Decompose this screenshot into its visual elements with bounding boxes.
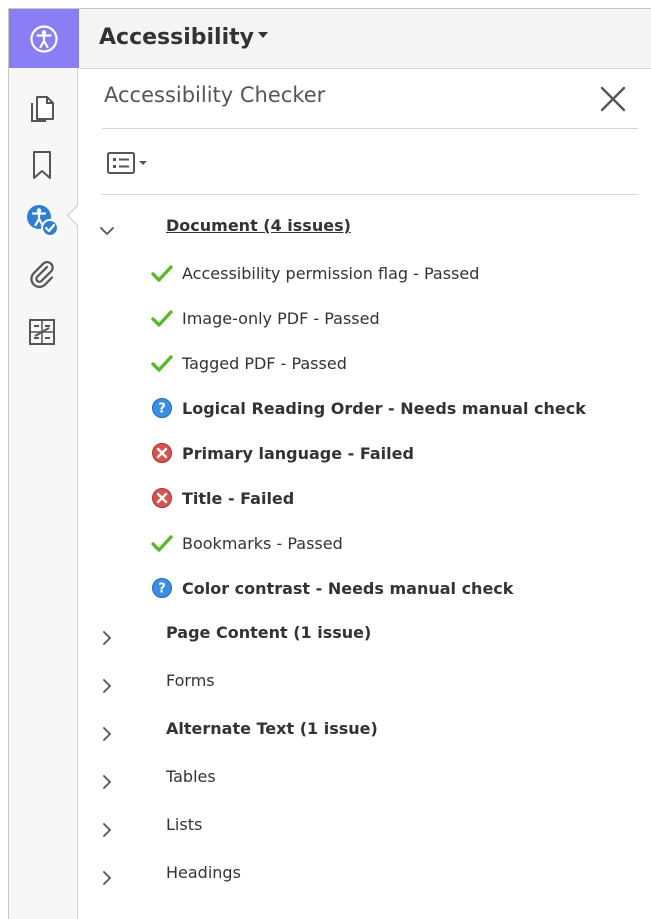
attachment-icon bbox=[30, 261, 54, 288]
check-item[interactable]: Tagged PDF - Passed bbox=[150, 350, 347, 376]
check-item-label: Logical Reading Order - Needs manual che… bbox=[182, 398, 586, 418]
chevron-right-icon[interactable] bbox=[98, 629, 116, 647]
check-item[interactable]: Bookmarks - Passed bbox=[150, 530, 343, 556]
check-item-label: Title - Failed bbox=[182, 488, 295, 508]
accessibility-tool-icon bbox=[30, 24, 58, 53]
group-page[interactable]: Page Content (1 issue) bbox=[166, 623, 371, 642]
check-item-label: Color contrast - Needs manual check bbox=[182, 578, 514, 598]
check-item[interactable]: Title - Failed bbox=[150, 485, 294, 511]
chevron-right-icon[interactable] bbox=[98, 869, 116, 887]
tool-menu[interactable]: Accessibility bbox=[99, 18, 268, 58]
content-order-button[interactable] bbox=[16, 312, 68, 352]
group-headings[interactable]: Headings bbox=[166, 863, 241, 882]
check-item-label: Accessibility permission flag - Passed bbox=[182, 263, 480, 283]
check-item-label: Primary language - Failed bbox=[182, 443, 414, 463]
check-item-label: Tagged PDF - Passed bbox=[182, 353, 347, 373]
panel-header: Accessibility bbox=[79, 9, 651, 69]
accessibility-tool-button[interactable] bbox=[9, 9, 79, 68]
header-divider bbox=[102, 128, 638, 129]
group-forms[interactable]: Forms bbox=[166, 671, 215, 690]
pages-button[interactable] bbox=[16, 89, 68, 129]
error-icon bbox=[150, 441, 174, 465]
close-button[interactable] bbox=[596, 82, 630, 116]
check-item[interactable]: ? Color contrast - Needs manual check bbox=[150, 575, 513, 601]
check-item[interactable]: ? Logical Reading Order - Needs manual ch… bbox=[150, 395, 586, 421]
chevron-right-icon[interactable] bbox=[98, 677, 116, 695]
attachments-button[interactable] bbox=[16, 255, 68, 295]
svg-text:?: ? bbox=[158, 582, 166, 597]
list-options-icon bbox=[107, 152, 147, 174]
chevron-right-icon[interactable] bbox=[98, 725, 116, 743]
content-order-icon bbox=[29, 319, 55, 345]
accessibility-check-icon bbox=[27, 205, 59, 237]
bookmark-icon bbox=[33, 151, 51, 179]
pages-icon bbox=[31, 96, 54, 122]
help-icon: ? bbox=[150, 576, 174, 600]
check-icon bbox=[150, 306, 174, 330]
group-tables[interactable]: Tables bbox=[166, 767, 216, 786]
options-menu-button[interactable] bbox=[106, 148, 156, 178]
tool-title: Accessibility bbox=[99, 25, 254, 50]
check-item[interactable]: Primary language - Failed bbox=[150, 440, 414, 466]
accessibility-check-button[interactable] bbox=[16, 200, 68, 240]
chevron-right-icon[interactable] bbox=[98, 821, 116, 839]
toolbar-divider bbox=[102, 194, 638, 195]
check-item[interactable]: Accessibility permission flag - Passed bbox=[150, 260, 479, 286]
check-icon bbox=[150, 531, 174, 555]
group-document[interactable]: Document (4 issues) bbox=[166, 216, 351, 235]
group-lists[interactable]: Lists bbox=[166, 815, 202, 834]
svg-text:?: ? bbox=[158, 402, 166, 417]
chevron-down-icon[interactable] bbox=[98, 222, 116, 240]
check-icon bbox=[150, 261, 174, 285]
group-alternate[interactable]: Alternate Text (1 issue) bbox=[166, 719, 378, 738]
check-item[interactable]: Image-only PDF - Passed bbox=[150, 305, 380, 331]
check-icon bbox=[150, 351, 174, 375]
error-icon bbox=[150, 486, 174, 510]
help-icon: ? bbox=[150, 396, 174, 420]
bookmarks-button[interactable] bbox=[16, 145, 68, 185]
panel-title: Accessibility Checker bbox=[104, 83, 326, 107]
check-item-label: Image-only PDF - Passed bbox=[182, 308, 380, 328]
check-item-label: Bookmarks - Passed bbox=[182, 533, 343, 553]
chevron-right-icon[interactable] bbox=[98, 773, 116, 791]
close-icon bbox=[600, 86, 626, 112]
caret-down-icon bbox=[258, 32, 268, 38]
